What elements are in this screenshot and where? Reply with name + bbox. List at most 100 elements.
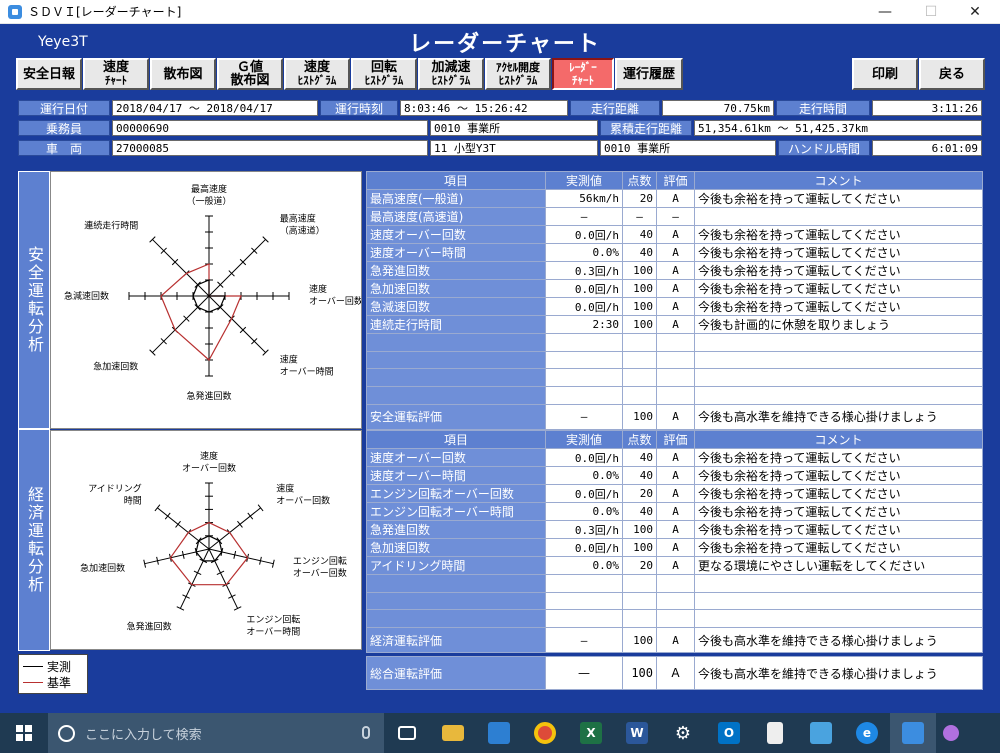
start-button[interactable] — [0, 713, 48, 753]
cell-grade: A — [656, 189, 695, 208]
cortana-icon — [58, 724, 75, 742]
distance-label: 走行距離 — [570, 100, 660, 116]
table-row: アイドリング時間 0.0% 20 A 更なる環境にやさしい運転をしてください — [366, 556, 983, 575]
cell-comment — [694, 350, 983, 370]
scatter-button[interactable]: 散布図 — [150, 58, 216, 90]
app-shortcut-icon[interactable] — [798, 713, 844, 753]
safety-daily-button[interactable]: 安全日報 — [16, 58, 82, 90]
speed-chart-button[interactable]: 速度 ﾁｬｰﾄ — [83, 58, 149, 90]
economy-radar-tick — [237, 520, 243, 528]
g-scatter-button[interactable]: Ｇ値 散布図 — [217, 58, 283, 90]
vehicle-value: 27000085 — [112, 140, 428, 156]
close-button[interactable]: ✕ — [952, 0, 998, 24]
col-grade: 評価 — [656, 430, 695, 449]
microphone-icon[interactable] — [362, 726, 370, 739]
cell-comment: 今後も余裕を持って運転してください — [694, 189, 983, 208]
col-comment: コメント — [694, 171, 983, 190]
maximize-button[interactable]: ☐ — [908, 0, 954, 24]
economy-radar-tick — [154, 504, 161, 512]
cell-item: 急加速回数 — [366, 279, 546, 298]
col-grade: 評価 — [656, 171, 695, 190]
safety-summary-row: 安全運転評価 —100 A 今後も高水準を維持できる様心掛けましょう — [366, 403, 983, 430]
speed-histogram-button[interactable]: 速度 ﾋｽﾄｸﾞﾗﾑ — [284, 58, 350, 90]
pedal-histogram-button[interactable]: ｱｸｾﾙ開度 ﾋｽﾄｸﾞﾗﾑ — [485, 58, 551, 90]
accel-histogram-button[interactable]: 加減速 ﾋｽﾄｸﾞﾗﾑ — [418, 58, 484, 90]
cell-score — [622, 574, 657, 593]
cell-grade: A — [656, 403, 695, 430]
office-value-2: 0010 事業所 — [600, 140, 776, 156]
cell-grade — [656, 609, 695, 629]
economy-radar-tick — [182, 594, 190, 599]
cell-item: 速度オーバー時間 — [366, 243, 546, 262]
total-score: 100 — [622, 656, 657, 690]
word-icon[interactable]: W — [614, 713, 660, 753]
cell-measured: — — [545, 403, 623, 430]
table-row — [366, 609, 983, 629]
cell-score: 100 — [622, 538, 657, 557]
outlook-icon[interactable]: O — [706, 713, 752, 753]
cell-score — [622, 368, 657, 388]
radar-chart-button[interactable]: ﾚｰﾀﾞｰ ﾁｬｰﾄ — [552, 58, 614, 90]
cell-item: アイドリング時間 — [366, 556, 546, 575]
cell-measured: 0.0回/h — [545, 279, 623, 298]
total-item: 総合運転評価 — [366, 656, 546, 690]
app-window: Yeye3T レーダーチャート 安全日報 速度 ﾁｬｰﾄ 散布図 Ｇ値 散布図 速度… — [0, 24, 1000, 713]
drive-time-label: 走行時間 — [776, 100, 870, 116]
safety-radar-axis-label: 最高速度 — [191, 183, 227, 195]
economy-radar-axis-6 — [157, 507, 210, 550]
settings-icon[interactable]: ⚙ — [660, 713, 706, 753]
col-measured: 実測値 — [545, 430, 623, 449]
cell-score: 40 — [622, 466, 657, 485]
history-button[interactable]: 運行履歴 — [615, 58, 683, 90]
rpm-histogram-button[interactable]: 回転 ﾋｽﾄｸﾞﾗﾑ — [351, 58, 417, 90]
document-icon[interactable] — [752, 713, 798, 753]
safety-radar-axis-label: 急発進回数 — [186, 390, 231, 402]
table-row — [366, 368, 983, 388]
store-icon[interactable] — [476, 713, 522, 753]
table-row: エンジン回転オーバー時間 0.0% 40 A 今後も余裕を持って運転してください — [366, 502, 983, 521]
notification-icon[interactable] — [936, 713, 966, 753]
cell-score: 100 — [622, 297, 657, 316]
table-row — [366, 591, 983, 611]
task-view-icon[interactable] — [384, 713, 430, 753]
edge-icon[interactable]: e — [844, 713, 890, 753]
cell-grade — [656, 591, 695, 611]
cell-score: 20 — [622, 556, 657, 575]
table-row: 急発進回数 0.3回/h 100 A 今後も余裕を持って運転してください — [366, 520, 983, 539]
cell-measured — [545, 333, 623, 352]
file-explorer-icon[interactable] — [430, 713, 476, 753]
economy-radar-tick — [247, 512, 254, 520]
cell-score: 100 — [622, 627, 657, 654]
cell-comment: 今後も高水準を維持できる様心掛けましょう — [694, 403, 983, 430]
minimize-button[interactable]: — — [862, 0, 908, 24]
cell-measured — [545, 574, 623, 593]
economy-radar-axis-3 — [208, 548, 239, 609]
back-button[interactable]: 戻る — [919, 58, 985, 90]
legend-standard: 基準 — [23, 674, 83, 690]
cell-grade — [656, 333, 695, 352]
cell-measured — [545, 386, 623, 405]
cell-score: 100 — [622, 520, 657, 539]
excel-icon[interactable]: X — [568, 713, 614, 753]
cell-item — [366, 386, 546, 405]
cell-score: 20 — [622, 189, 657, 208]
cell-measured: 0.0回/h — [545, 297, 623, 316]
table-row: 速度オーバー時間 0.0% 40 A 今後も余裕を持って運転してください — [366, 466, 983, 485]
vehicle-type-value: 11 小型Y3T — [430, 140, 598, 156]
info-row-1: 運行日付 2018/04/17 ～ 2018/04/17 運行時刻 8:03:4… — [18, 100, 984, 116]
cell-item — [366, 609, 546, 629]
taskbar-search[interactable]: ここに入力して検索 — [48, 713, 384, 753]
chart-legend: 実測 基準 — [18, 654, 88, 694]
safety-radar-axis-label: 急加速回数 — [93, 361, 138, 373]
cell-grade: A — [656, 315, 695, 334]
cell-measured: 0.0回/h — [545, 538, 623, 557]
cell-comment: 今後も余裕を持って運転してください — [694, 261, 983, 280]
cell-item — [366, 368, 546, 388]
date-label: 運行日付 — [18, 100, 110, 116]
table-row: 急加速回数 0.0回/h 100 A 今後も余裕を持って運転してください — [366, 538, 983, 557]
economy-radar-axis-label-2: オーバー時間 — [246, 626, 300, 637]
print-button[interactable]: 印刷 — [852, 58, 918, 90]
sdvi-app-icon[interactable] — [890, 713, 936, 753]
chrome-icon[interactable] — [522, 713, 568, 753]
cell-item: 安全運転評価 — [366, 403, 546, 430]
